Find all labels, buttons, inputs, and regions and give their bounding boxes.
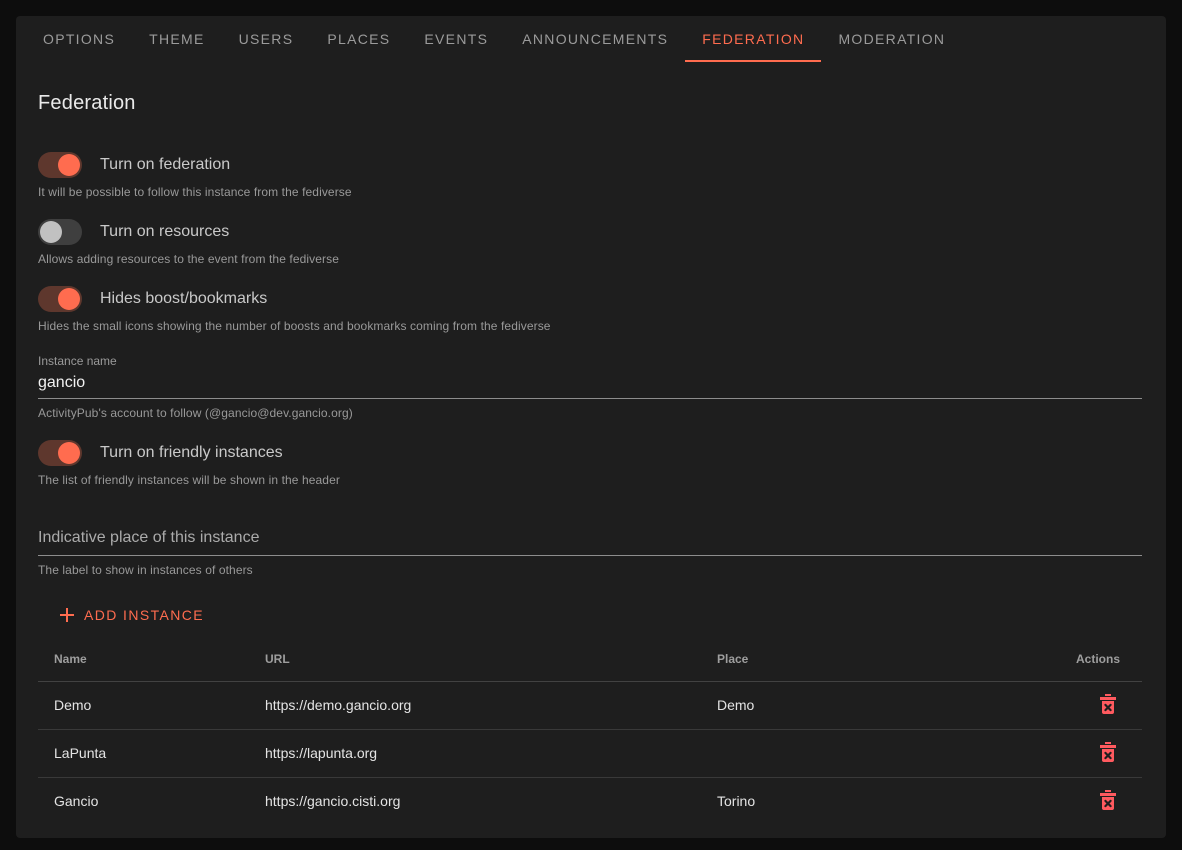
instance-name-input[interactable] (38, 372, 1142, 399)
toggle-knob (58, 288, 80, 310)
table-row: Gancio https://gancio.cisti.org Torino (38, 777, 1142, 825)
cell-name: Demo (38, 681, 249, 729)
instance-name-hint: ActivityPub's account to follow (@gancio… (38, 406, 1142, 420)
trash-icon (1096, 788, 1120, 812)
tab-options[interactable]: Options (26, 16, 132, 62)
instances-table: Name URL Place Actions Demo https://demo… (38, 638, 1142, 825)
hide-boost-toggle-block: Hides boost/bookmarks Hides the small ic… (38, 286, 1142, 333)
toggle-knob (58, 154, 80, 176)
page-title: Federation (38, 92, 1142, 115)
tab-federation[interactable]: Federation (685, 16, 821, 62)
toggle-label: Turn on federation (100, 156, 230, 174)
turn-on-resources-toggle[interactable] (38, 219, 82, 245)
header-place: Place (701, 638, 1041, 681)
delete-instance-button[interactable] (1096, 740, 1120, 764)
trash-icon (1096, 740, 1120, 764)
friendly-instances-toggle-block: Turn on friendly instances The list of f… (38, 440, 1142, 487)
federation-settings: Federation Turn on federation It will be… (16, 92, 1166, 825)
instance-name-label: Instance name (38, 354, 1142, 368)
instance-name-field-block: Instance name ActivityPub's account to f… (38, 354, 1142, 420)
cell-name: LaPunta (38, 729, 249, 777)
toggle-label: Turn on resources (100, 223, 229, 241)
plus-icon (58, 606, 76, 624)
header-name: Name (38, 638, 249, 681)
delete-instance-button[interactable] (1096, 788, 1120, 812)
cell-url: https://lapunta.org (249, 729, 701, 777)
toggle-hint: It will be possible to follow this insta… (38, 185, 1142, 199)
tab-users[interactable]: Users (222, 16, 311, 62)
cell-url: https://gancio.cisti.org (249, 777, 701, 825)
add-instance-button[interactable]: Add Instance (54, 600, 212, 630)
tab-theme[interactable]: Theme (132, 16, 222, 62)
cell-url: https://demo.gancio.org (249, 681, 701, 729)
toggle-hint: Allows adding resources to the event fro… (38, 252, 1142, 266)
trash-icon (1096, 692, 1120, 716)
admin-tabbar: Options Theme Users Places Events Announ… (16, 16, 1166, 62)
cell-name: Gancio (38, 777, 249, 825)
resources-toggle-block: Turn on resources Allows adding resource… (38, 219, 1142, 266)
tab-events[interactable]: Events (407, 16, 505, 62)
toggle-hint: Hides the small icons showing the number… (38, 319, 1142, 333)
table-row: Demo https://demo.gancio.org Demo (38, 681, 1142, 729)
federation-toggle-block: Turn on federation It will be possible t… (38, 152, 1142, 199)
delete-instance-button[interactable] (1096, 692, 1120, 716)
toggle-knob (40, 221, 62, 243)
toggle-label: Turn on friendly instances (100, 444, 283, 462)
turn-on-friendly-instances-toggle[interactable] (38, 440, 82, 466)
cell-place: Torino (701, 777, 1041, 825)
instance-place-field-block: The label to show in instances of others (38, 523, 1142, 577)
turn-on-federation-toggle[interactable] (38, 152, 82, 178)
table-row: LaPunta https://lapunta.org (38, 729, 1142, 777)
instance-place-input[interactable] (38, 523, 1142, 556)
header-url: URL (249, 638, 701, 681)
table-header-row: Name URL Place Actions (38, 638, 1142, 681)
toggle-hint: The list of friendly instances will be s… (38, 473, 1142, 487)
cell-place: Demo (701, 681, 1041, 729)
toggle-knob (58, 442, 80, 464)
tab-places[interactable]: Places (310, 16, 407, 62)
toggle-label: Hides boost/bookmarks (100, 290, 267, 308)
tab-announcements[interactable]: Announcements (505, 16, 685, 62)
tab-moderation[interactable]: Moderation (821, 16, 962, 62)
hides-boost-bookmarks-toggle[interactable] (38, 286, 82, 312)
instance-place-hint: The label to show in instances of others (38, 563, 1142, 577)
add-instance-label: Add Instance (84, 607, 204, 623)
header-actions: Actions (1041, 638, 1142, 681)
cell-place (701, 729, 1041, 777)
admin-panel-card: Options Theme Users Places Events Announ… (16, 16, 1166, 838)
